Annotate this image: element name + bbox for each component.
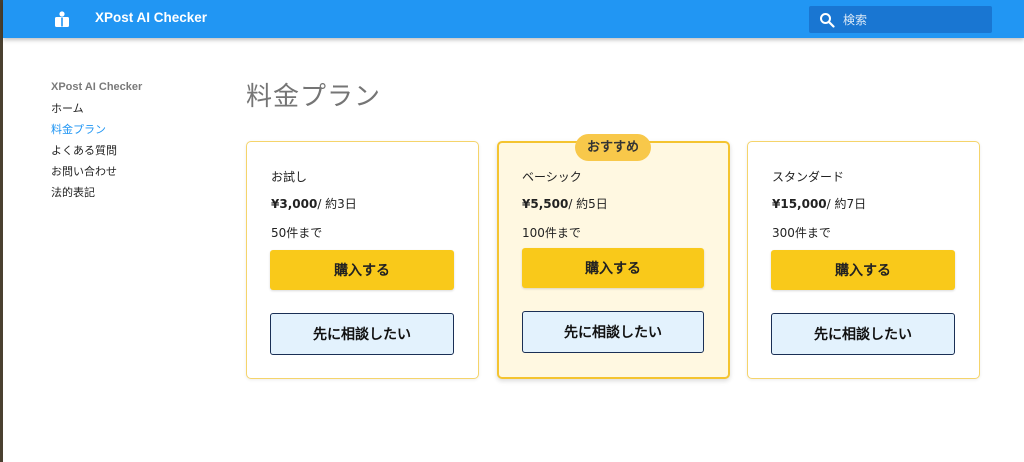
sidebar-item-faq[interactable]: よくある質問 <box>51 143 142 164</box>
price-period: / 約3日 <box>317 197 357 211</box>
buy-button[interactable]: 購入する <box>522 248 704 288</box>
book-icon[interactable] <box>53 10 71 28</box>
consult-button[interactable]: 先に相談したい <box>522 311 704 353</box>
search-box[interactable] <box>809 6 992 33</box>
plan-card-trial: お試し ¥3,000/ 約3日 50件まで 購入する 先に相談したい <box>246 141 479 379</box>
app-title[interactable]: XPost AI Checker <box>95 10 207 25</box>
price-amount: ¥3,000 <box>271 197 318 211</box>
consult-button[interactable]: 先に相談したい <box>270 313 454 355</box>
window-left-edge <box>0 0 3 462</box>
plan-price: ¥5,500/ 約5日 <box>522 195 608 212</box>
search-icon <box>820 13 835 28</box>
plan-price: ¥15,000/ 約7日 <box>772 195 866 212</box>
price-amount: ¥15,000 <box>772 197 827 211</box>
sidebar-item-legal[interactable]: 法的表記 <box>51 185 142 206</box>
plan-price: ¥3,000/ 約3日 <box>271 195 357 212</box>
consult-button[interactable]: 先に相談したい <box>771 313 955 355</box>
search-input[interactable] <box>843 10 983 29</box>
top-app-bar: XPost AI Checker <box>3 0 1024 38</box>
price-period: / 約7日 <box>826 197 867 211</box>
plan-card-standard: スタンダード ¥15,000/ 約7日 300件まで 購入する 先に相談したい <box>747 141 980 379</box>
price-period: / 約5日 <box>568 197 608 211</box>
price-amount: ¥5,500 <box>522 197 569 211</box>
plan-card-basic: おすすめ ベーシック ¥5,500/ 約5日 100件まで 購入する 先に相談し… <box>497 134 730 379</box>
sidebar-item-pricing[interactable]: 料金プラン <box>51 122 142 143</box>
buy-button[interactable]: 購入する <box>270 250 454 290</box>
plan-name: お試し <box>271 170 308 184</box>
plan-limit: 300件まで <box>772 226 831 240</box>
plan-limit: 50件まで <box>271 226 323 240</box>
sidebar-item-home[interactable]: ホーム <box>51 101 142 122</box>
sidebar-title: XPost AI Checker <box>51 81 143 93</box>
plan-name: ベーシック <box>522 170 582 184</box>
plan-name: スタンダード <box>772 170 845 184</box>
recommended-badge: おすすめ <box>575 134 652 161</box>
plan-limit: 100件まで <box>522 226 581 240</box>
page-title: 料金プラン <box>246 82 382 112</box>
sidebar-item-contact[interactable]: お問い合わせ <box>51 164 142 185</box>
buy-button[interactable]: 購入する <box>771 250 955 290</box>
sidebar-nav: XPost AI Checker ホーム 料金プラン よくある質問 お問い合わせ… <box>51 80 142 206</box>
